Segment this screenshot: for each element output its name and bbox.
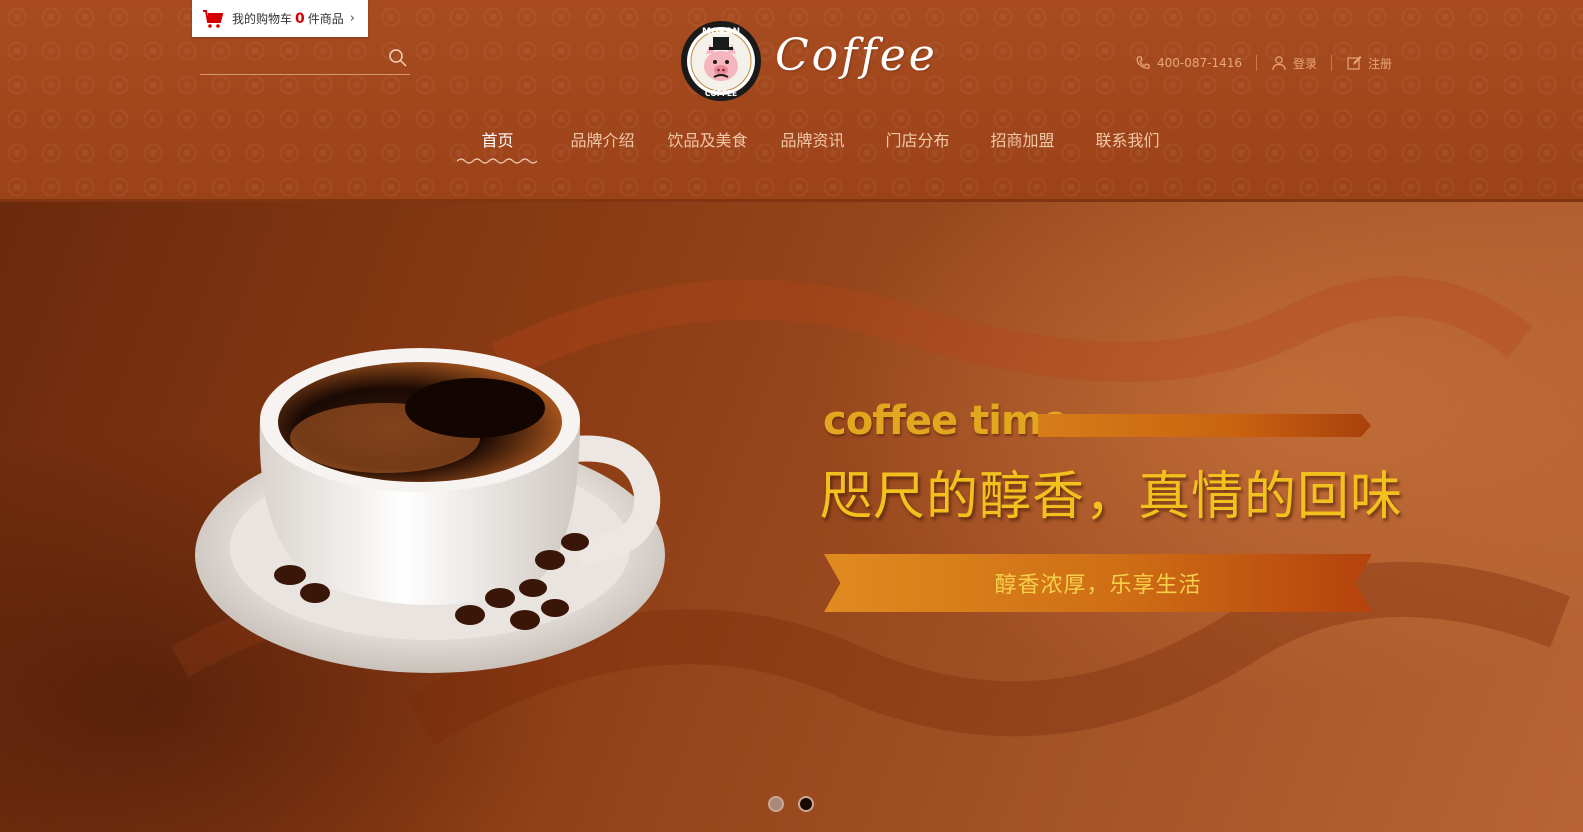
search-box — [200, 42, 410, 75]
phone-contact: 400-087-1416 — [1135, 55, 1242, 71]
shopping-cart-icon — [203, 9, 224, 28]
tagline-accent-bar — [1038, 414, 1371, 437]
nav-item-stores[interactable]: 门店分布 — [865, 130, 970, 166]
cart-label: 我的购物车 — [232, 12, 293, 26]
slide-dot-1[interactable] — [768, 796, 784, 812]
login-link[interactable]: 登录 — [1271, 55, 1317, 72]
user-icon — [1272, 56, 1286, 71]
contact-bar: 400-087-1416 登录 注册 — [1135, 53, 1392, 73]
nav-item-label: 联系我们 — [1095, 131, 1160, 150]
nav-item-franchise[interactable]: 招商加盟 — [970, 130, 1075, 166]
nav-item-contact[interactable]: 联系我们 — [1075, 130, 1180, 166]
register-label: 注册 — [1368, 56, 1393, 71]
nav-item-label: 品牌资讯 — [780, 131, 845, 150]
cart-button[interactable]: 我的购物车 0 件商品 › — [192, 0, 368, 37]
coffee-cup-image — [195, 348, 665, 673]
ribbon-text: 醇香浓厚，乐享生活 — [994, 573, 1202, 598]
brand-wordmark: Coffee — [775, 30, 938, 81]
nav-item-label: 门店分布 — [885, 131, 950, 150]
logo-badge-top-text: MORAN — [702, 27, 740, 37]
brand-logo-badge[interactable]: MORAN COFFEE — [680, 20, 762, 102]
banner-ribbon: 醇香浓厚，乐享生活 — [824, 554, 1372, 612]
phone-icon — [1136, 56, 1150, 69]
nav-item-home[interactable]: 首页 — [445, 130, 550, 166]
site-header: 我的购物车 0 件商品 › MORAN COFFEE Coffee 400-08… — [0, 0, 1583, 202]
slider-pagination — [768, 796, 814, 812]
cart-unit: 件商品 — [307, 12, 344, 26]
divider — [1256, 55, 1258, 71]
slide-dot-2[interactable] — [798, 796, 814, 812]
nav-item-label: 招商加盟 — [990, 131, 1055, 150]
nav-item-label: 饮品及美食 — [667, 131, 748, 150]
edit-icon — [1347, 56, 1362, 70]
login-label: 登录 — [1293, 56, 1318, 71]
chevron-right-icon: › — [349, 11, 355, 26]
search-icon[interactable] — [388, 48, 408, 68]
nav-item-drinks-food[interactable]: 饮品及美食 — [655, 130, 760, 166]
register-link[interactable]: 注册 — [1346, 55, 1392, 72]
nav-item-brand-intro[interactable]: 品牌介绍 — [550, 130, 655, 166]
active-underline-wave — [457, 158, 538, 164]
nav-item-label: 首页 — [481, 131, 514, 150]
phone-number: 400-087-1416 — [1157, 56, 1243, 70]
tagline-english: coffee time — [823, 398, 1069, 444]
main-nav: 首页 品牌介绍 饮品及美食 品牌资讯 门店分布 招商加盟 联系我们 — [445, 130, 1180, 170]
divider — [1331, 55, 1333, 71]
logo-badge-bottom-text: COFFEE — [705, 89, 737, 98]
hero-banner: coffee time 咫尺的醇香，真情的回味 醇香浓厚，乐享生活 — [0, 202, 1583, 832]
search-input[interactable] — [200, 46, 380, 70]
nav-item-brand-news[interactable]: 品牌资讯 — [760, 130, 865, 166]
cart-count: 0 — [295, 10, 305, 27]
nav-item-label: 品牌介绍 — [570, 131, 635, 150]
banner-headline: 咫尺的醇香，真情的回味 — [820, 467, 1404, 527]
